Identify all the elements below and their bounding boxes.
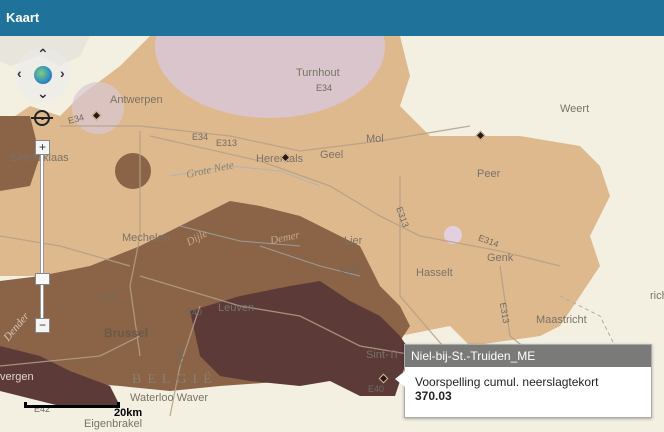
- map-canvas[interactable]: Turnhout Antwerpen Weert Mol Geel Herent…: [0, 36, 664, 432]
- pan-down-button[interactable]: ⌄: [37, 86, 49, 100]
- place-label: Genk: [487, 252, 514, 264]
- pan-right-button[interactable]: ›: [60, 66, 65, 80]
- place-label: Antwerpen: [110, 94, 163, 106]
- place-label: Maastricht: [536, 314, 587, 326]
- road-label: E40: [186, 307, 203, 317]
- country-label: BELGIË: [132, 372, 218, 387]
- pan-up-button[interactable]: ⌃: [37, 47, 49, 61]
- pan-left-button[interactable]: ‹: [17, 66, 22, 80]
- place-label: Sint-Tr: [366, 349, 399, 361]
- zoom-slider-handle[interactable]: [35, 273, 50, 285]
- crosshair-icon[interactable]: [31, 110, 53, 126]
- road-label: E313: [216, 138, 238, 148]
- scale-bar: 20km: [24, 402, 142, 419]
- scale-label: 20km: [114, 407, 143, 419]
- popup-body: Voorspelling cumul. neerslagtekort 370.0…: [405, 367, 651, 411]
- place-label: Peer: [477, 168, 501, 180]
- place-label: Mol: [366, 133, 384, 145]
- place-label: Mechelen: [122, 232, 170, 244]
- pan-control: ⌃ ⌄ ‹ ›: [16, 47, 70, 102]
- place-label: Turnhout: [296, 67, 340, 79]
- place-label: Eigenbrakel: [84, 418, 143, 430]
- place-label: Waterloo Waver: [130, 392, 209, 404]
- road-label: E40: [368, 384, 385, 394]
- scale-bar-line: [24, 402, 120, 408]
- popup-metric-value: 370.03: [415, 389, 452, 403]
- zoom-out-button[interactable]: −: [35, 318, 50, 333]
- zoom-slider-track[interactable]: [40, 154, 44, 324]
- zoom-in-button[interactable]: +: [35, 140, 50, 155]
- window-title-bar: Kaart: [0, 0, 664, 36]
- place-label: Herentals: [256, 153, 304, 165]
- popup-tail: [395, 371, 405, 387]
- place-label: Weert: [560, 103, 590, 115]
- place-label: Hasselt: [416, 267, 453, 279]
- zone-medium-spot: [115, 153, 151, 189]
- globe-icon[interactable]: [34, 66, 52, 84]
- station-popup[interactable]: Niel-bij-St.-Truiden_ME Voorspelling cum…: [395, 344, 652, 418]
- place-label: Brussel: [104, 326, 149, 340]
- place-label: Leuven: [218, 302, 255, 314]
- road-label: E34: [316, 83, 333, 93]
- place-label: vergen: [0, 371, 34, 383]
- place-label: Lier: [344, 235, 363, 247]
- place-label: richt: [650, 290, 664, 302]
- popup-metric-label: Voorspelling cumul. neerslagtekort: [415, 375, 599, 389]
- popup-title: Niel-bij-St.-Truiden_ME: [405, 345, 651, 367]
- road-label: E34: [192, 132, 209, 142]
- place-label: Geel: [320, 149, 344, 161]
- window-title: Kaart: [6, 10, 40, 25]
